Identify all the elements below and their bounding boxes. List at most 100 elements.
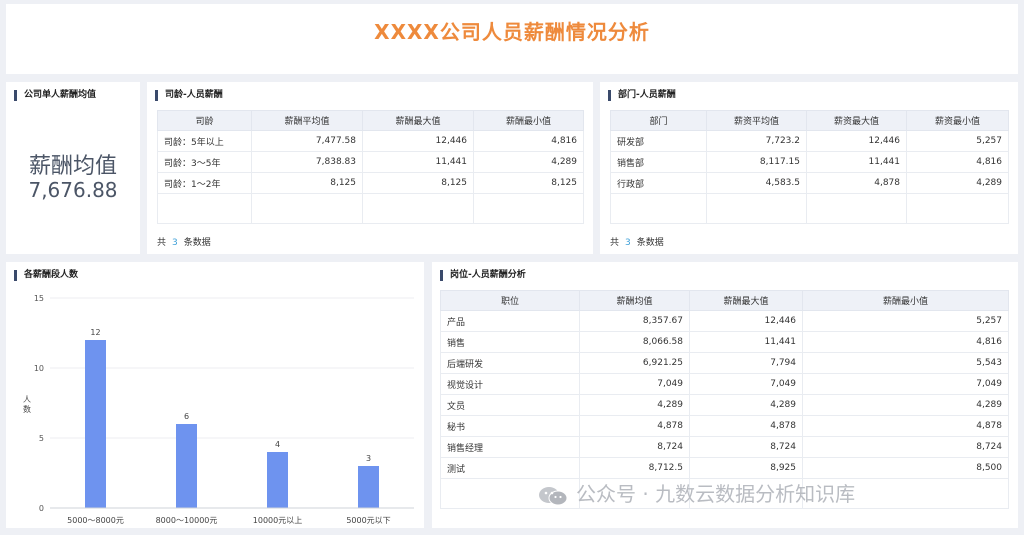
salary-band-chart-panel: 各薪酬段人数 0 5 10 15 人数 12 5000～8000元 6 8000～10000元 4… [6,262,424,528]
position-table: 职位 薪酬均值 薪酬最大值 薪酬最小值 产品 8,357.67 12,446 5… [440,290,1009,509]
footer-count: 3 [625,238,631,248]
table-cell: 8,724 [689,436,803,458]
table-cell: 12,446 [362,130,474,152]
table-cell: 8,925 [689,457,803,479]
column-header[interactable]: 司龄 [157,110,252,131]
table-cell: 8,724 [579,436,690,458]
footer-prefix: 共 [610,238,620,248]
column-header[interactable]: 薪资最小值 [906,110,1009,131]
table-cell: 销售经理 [440,436,580,458]
y-tick-label: 15 [34,294,44,303]
table-row: 研发部 7,723.2 12,446 5,257 [610,130,1009,152]
table-cell: 7,723.2 [706,130,807,152]
footer-prefix: 共 [157,238,167,248]
table-cell: 7,794 [689,352,803,374]
table-row: 文员 4,289 4,289 4,289 [440,394,1009,416]
table-cell: 研发部 [610,130,707,152]
table-cell: 7,477.58 [251,130,363,152]
table-cell: 4,878 [579,415,690,437]
table-cell: 8,500 [802,457,1009,479]
table-row: 司龄：1～2年 8,125 8,125 8,125 [157,172,584,194]
column-header[interactable]: 薪酬最小值 [473,110,584,131]
y-tick-label: 0 [39,504,44,513]
table-cell: 司龄：5年以上 [157,130,252,152]
bar [176,424,197,508]
table-cell: 4,289 [802,394,1009,416]
bar-value-label: 12 [90,328,100,337]
table-empty-row [610,193,1009,224]
table-header-row: 职位 薪酬均值 薪酬最大值 薪酬最小值 [440,290,1009,311]
department-table: 部门 薪资平均值 薪资最大值 薪资最小值 研发部 7,723.2 12,446 … [610,110,1009,224]
watermark-text: 公众号 · 九数云数据分析知识库 [576,482,856,506]
column-header[interactable]: 薪酬均值 [579,290,690,311]
kpi-value: 7,676.88 [28,178,118,202]
salary-band-bar-chart: 0 5 10 15 人数 12 5000～8000元 6 8000～10000元 4 10000元以… [23,294,414,525]
table-row: 后端研发 6,921.25 7,794 5,543 [440,352,1009,374]
department-title: 部门-人员薪酬 [608,90,676,101]
table-header-row: 部门 薪资平均值 薪资最大值 薪资最小值 [610,110,1009,131]
x-tick-label: 10000元以上 [253,516,302,525]
tenure-footer: 共 3 条数据 [157,235,211,248]
table-cell: 8,125 [362,172,474,194]
table-cell: 5,543 [802,352,1009,374]
x-tick-label: 5000元以下 [346,516,390,525]
table-cell: 8,125 [473,172,584,194]
table-cell: 11,441 [362,151,474,173]
bar [358,466,379,508]
table-cell: 5,257 [802,310,1009,332]
footer-suffix: 条数据 [183,238,211,248]
table-cell: 4,289 [473,151,584,173]
table-cell: 产品 [440,310,580,332]
y-tick-label: 5 [39,434,44,443]
bar-value-label: 3 [366,454,371,463]
footer-suffix: 条数据 [636,238,664,248]
table-cell: 8,724 [802,436,1009,458]
kpi-panel: 公司单人薪酬均值 薪酬均值 7,676.88 [6,82,140,254]
table-cell: 后端研发 [440,352,580,374]
column-header[interactable]: 薪酬最小值 [802,290,1009,311]
column-header[interactable]: 薪酬平均值 [251,110,363,131]
y-tick-label: 10 [34,364,44,373]
table-cell: 8,357.67 [579,310,690,332]
column-header[interactable]: 薪酬最大值 [689,290,803,311]
table-cell: 4,289 [906,172,1009,194]
column-header[interactable]: 薪资最大值 [806,110,907,131]
table-cell: 11,441 [689,331,803,353]
kpi-label: 薪酬均值 [28,154,117,179]
table-cell: 7,049 [802,373,1009,395]
bar [267,452,288,508]
footer-count: 3 [172,238,178,248]
table-cell: 8,712.5 [579,457,690,479]
table-row: 测试 8,712.5 8,925 8,500 [440,457,1009,479]
table-cell: 12,446 [806,130,907,152]
bar-value-label: 6 [184,412,189,421]
table-row: 行政部 4,583.5 4,878 4,289 [610,172,1009,194]
tenure-title: 司龄-人员薪酬 [155,90,223,101]
table-cell: 销售部 [610,151,707,173]
table-cell: 4,878 [802,415,1009,437]
table-cell: 销售 [440,331,580,353]
table-cell: 11,441 [806,151,907,173]
x-tick-label: 8000～10000元 [156,516,218,525]
table-cell: 6,921.25 [579,352,690,374]
column-header[interactable]: 薪酬最大值 [362,110,474,131]
table-cell: 秘书 [440,415,580,437]
department-panel: 部门-人员薪酬 部门 薪资平均值 薪资最大值 薪资最小值 研发部 7,723.2… [600,82,1018,254]
column-header[interactable]: 部门 [610,110,707,131]
table-cell: 7,049 [689,373,803,395]
table-row: 销售 8,066.58 11,441 4,816 [440,331,1009,353]
table-cell: 12,446 [689,310,803,332]
bar-value-label: 4 [275,440,280,449]
table-cell: 4,816 [906,151,1009,173]
table-cell: 4,583.5 [706,172,807,194]
column-header[interactable]: 薪资平均值 [706,110,807,131]
table-cell: 4,289 [689,394,803,416]
column-header[interactable]: 职位 [440,290,580,311]
page-title: XXXX公司人员薪酬情况分析 [374,20,650,44]
kpi-title: 公司单人薪酬均值 [14,90,96,101]
table-cell: 视觉设计 [440,373,580,395]
table-cell: 4,816 [473,130,584,152]
table-row: 司龄：5年以上 7,477.58 12,446 4,816 [157,130,584,152]
table-row: 产品 8,357.67 12,446 5,257 [440,310,1009,332]
table-empty-row [157,193,584,224]
